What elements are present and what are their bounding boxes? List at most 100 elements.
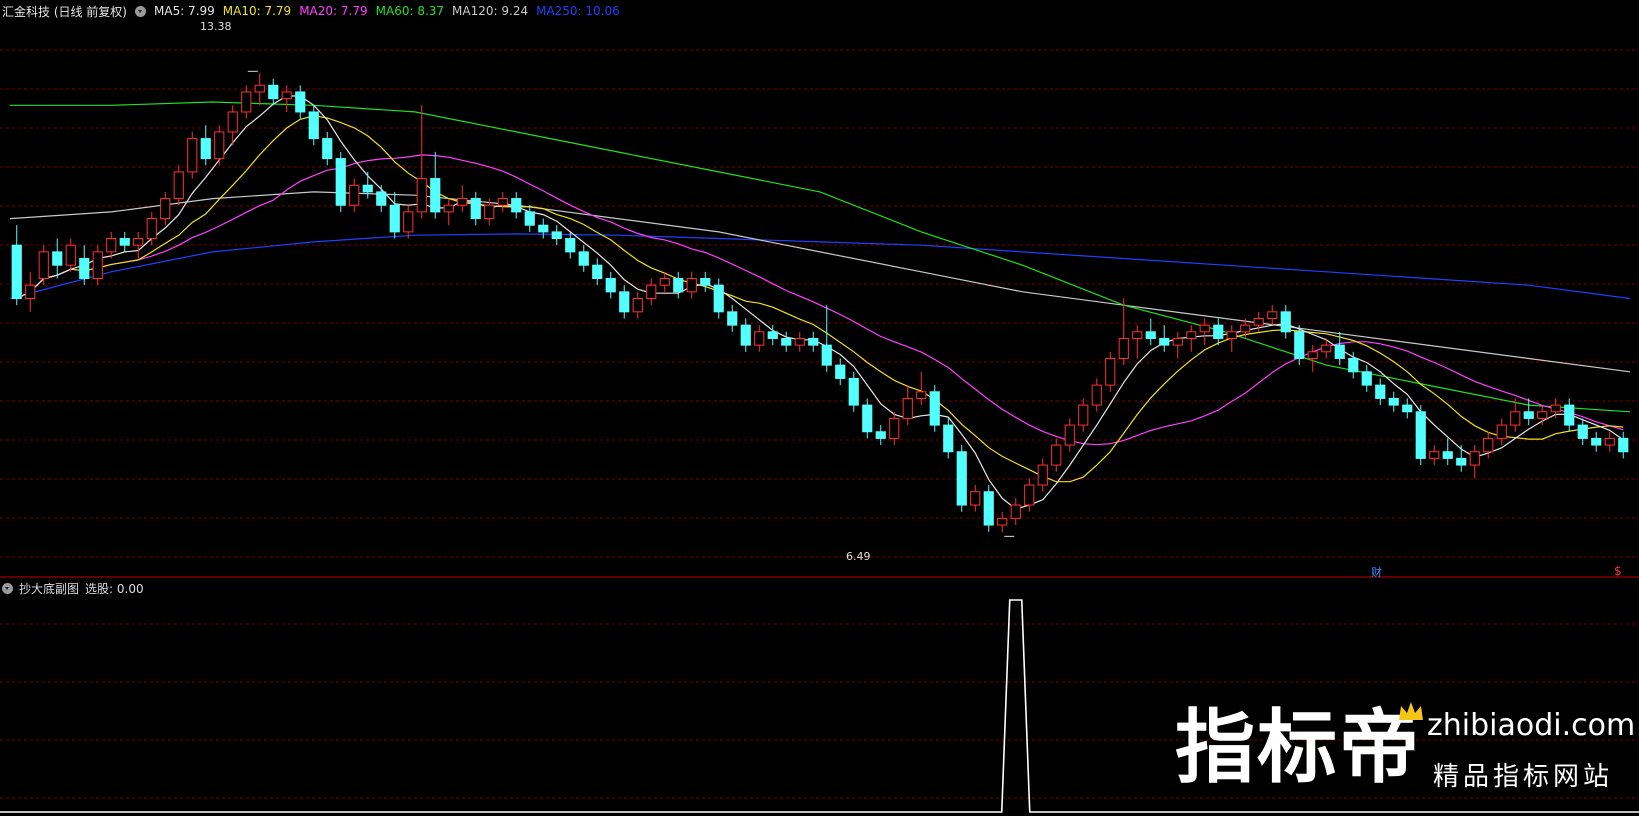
candle-body (1172, 337, 1183, 346)
candle-body (713, 284, 724, 313)
ma120-label: MA120: 9.24 (452, 4, 529, 18)
candle-body (376, 191, 387, 206)
candle-body (916, 391, 927, 399)
candle-body (659, 278, 670, 286)
candle-body (52, 251, 63, 266)
ticker-title[interactable]: 汇金科技 (日线 前复权) (2, 3, 127, 20)
candle-body (389, 204, 400, 233)
ma250-line (9, 233, 1631, 300)
ma120-line (9, 191, 1631, 373)
candle-body (322, 138, 333, 160)
watermark: 指标帝 zhibiaodi.com 精品指标网站 (1175, 700, 1635, 800)
watermark-tagline: 精品指标网站 (1433, 762, 1614, 792)
candle-body (1456, 457, 1467, 466)
candle-body (200, 138, 211, 160)
candle-body (686, 278, 697, 293)
candle-body (1361, 371, 1372, 386)
ma5-label: MA5: 7.99 (154, 4, 215, 18)
financial-report-badge[interactable]: 财 (1371, 564, 1382, 580)
candle-body (1159, 337, 1170, 346)
candle-body (862, 404, 873, 433)
candle-body (1591, 437, 1602, 446)
ma5-line (16, 95, 1624, 510)
candle-body (1564, 404, 1575, 426)
candle-body (187, 138, 198, 173)
high-price-label: 13.38 (200, 20, 232, 33)
candle-body (673, 278, 684, 293)
candle-body (943, 424, 954, 453)
candle-body (268, 84, 279, 100)
candle-body (295, 91, 306, 113)
candle-body (632, 298, 643, 313)
candle-body (349, 184, 360, 206)
candle-body (1064, 424, 1075, 446)
main-legend: 汇金科技 (日线 前复权) MA5: 7.99 MA10: 7.79 MA20:… (0, 2, 620, 20)
ma60-line (10, 101, 1631, 413)
candle-body (1375, 384, 1386, 399)
candle-body (308, 111, 319, 140)
candle-body (1240, 324, 1251, 333)
dividend-badge[interactable]: $ (1614, 564, 1622, 578)
candle-body (11, 244, 22, 299)
ma250-label: MA250: 10.06 (536, 4, 620, 18)
candle-body (1078, 404, 1089, 426)
candle-body (565, 238, 576, 253)
candle-body (65, 244, 76, 266)
candle-body (538, 224, 549, 233)
candle-body (970, 491, 981, 506)
watermark-brand: 指标帝 (1175, 701, 1421, 794)
candle-body (173, 171, 184, 200)
candle-body (1024, 484, 1035, 506)
candle-body (1496, 424, 1507, 439)
candle-body (1051, 444, 1062, 466)
candle-body (1429, 451, 1440, 459)
ma20-label: MA20: 7.79 (299, 4, 368, 18)
sub-panel-value: 选股: 0.00 (85, 582, 144, 596)
candle-body (254, 84, 265, 93)
ma10-label: MA10: 7.79 (222, 4, 292, 18)
candle-body (902, 397, 913, 419)
candle-body (1510, 411, 1521, 426)
candle-body (1267, 311, 1278, 319)
candle-body (25, 284, 36, 299)
sub-panel-legend: 抄大底副图 选股: 0.00 (0, 580, 144, 597)
candle-body (875, 431, 886, 439)
sub-panel-dropdown-icon[interactable] (2, 583, 13, 594)
candle-body (821, 344, 832, 366)
candle-body (1388, 397, 1399, 406)
candle-body (457, 198, 468, 206)
candle-body (1537, 411, 1548, 419)
candle-body (484, 204, 495, 220)
kline-chart[interactable] (0, 0, 1639, 816)
sub-panel-title[interactable]: 抄大底副图 (19, 580, 79, 597)
candle-body (1037, 464, 1048, 486)
candle-body (362, 184, 373, 193)
candle-body (38, 251, 49, 280)
candle-body (1307, 351, 1318, 359)
candle-body (727, 311, 738, 326)
candle-body (416, 178, 427, 213)
candle-body (1402, 404, 1413, 413)
candle-body (1604, 437, 1615, 446)
candle-body (281, 91, 292, 100)
candle-body (1199, 324, 1210, 333)
candle-body (160, 198, 171, 220)
candle-body (133, 238, 144, 246)
candle-body (227, 111, 238, 133)
candle-body (1415, 411, 1426, 459)
candle-body (1213, 324, 1224, 339)
candle-body (1010, 504, 1021, 519)
candle-body (1334, 344, 1345, 359)
candle-body (1618, 437, 1629, 453)
candle-body (1577, 424, 1588, 439)
ma10-line (16, 115, 1624, 483)
candle-body (92, 251, 103, 280)
candle-body (889, 417, 900, 439)
candle-body (1132, 331, 1143, 339)
settings-dropdown-icon[interactable] (135, 5, 146, 17)
candle-body (1550, 404, 1561, 413)
candle-body (1145, 331, 1156, 339)
candle-body (983, 491, 994, 526)
ma60-label: MA60: 8.37 (375, 4, 445, 18)
candle-body (1118, 337, 1129, 359)
